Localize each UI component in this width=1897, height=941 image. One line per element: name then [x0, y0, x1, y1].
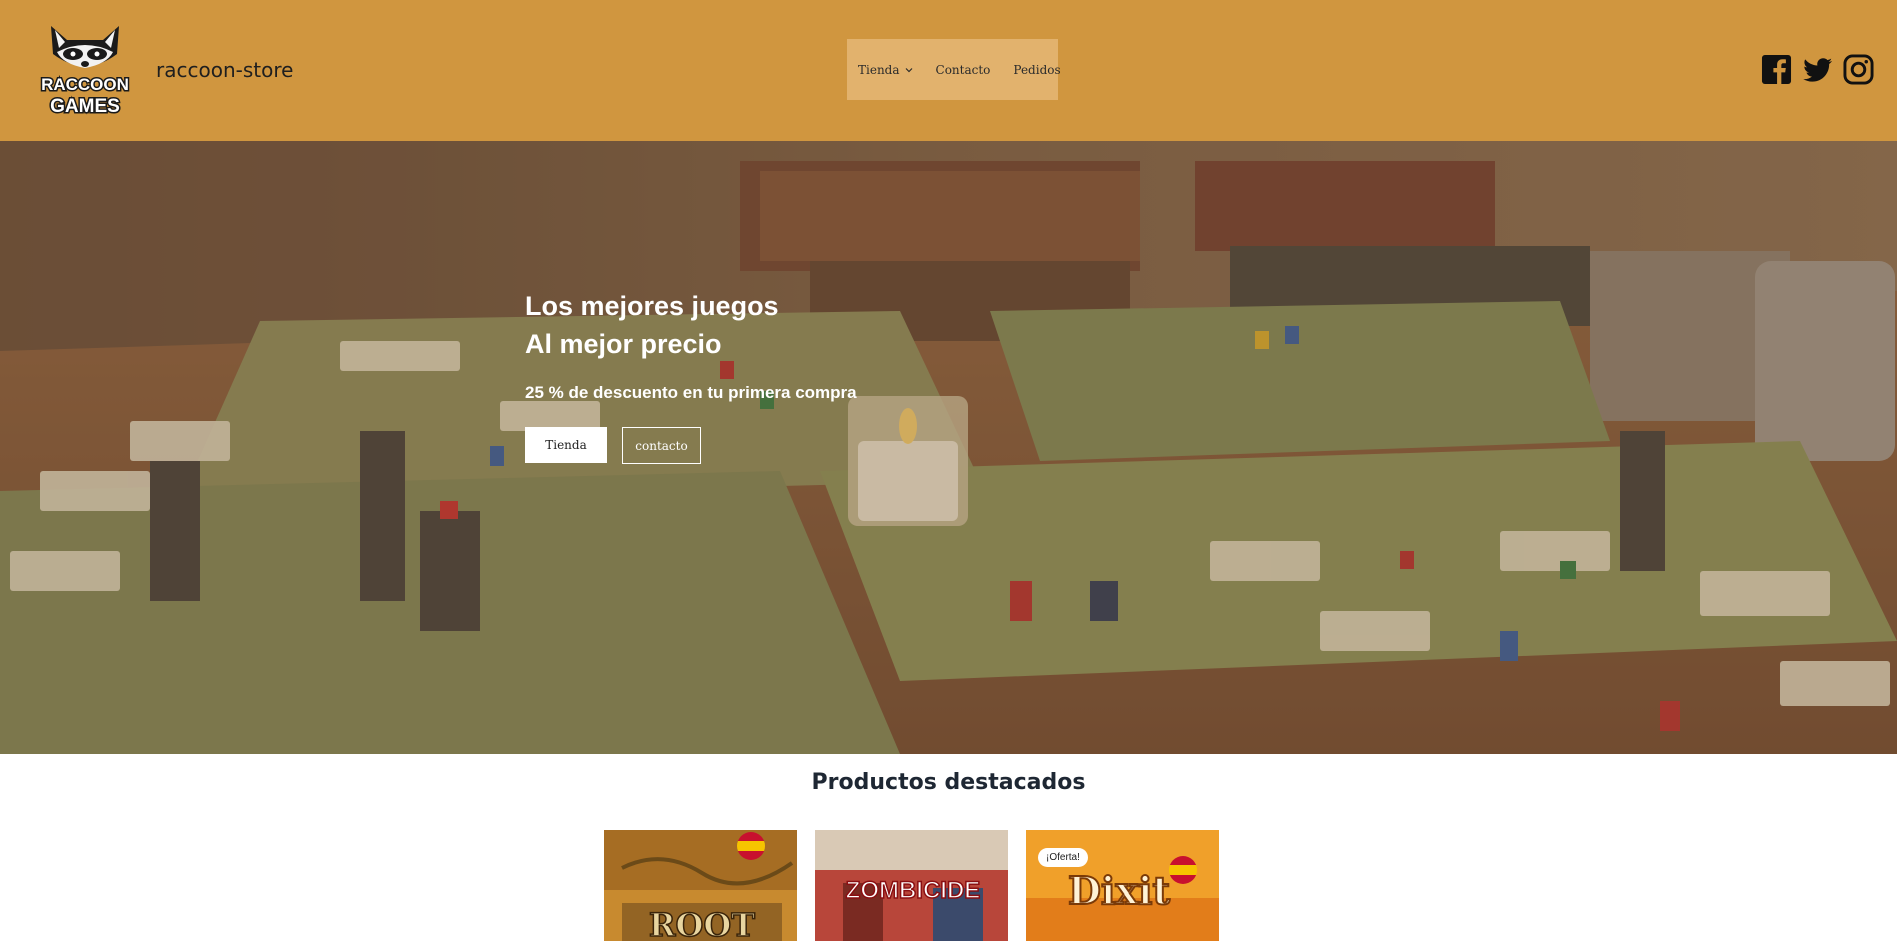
logo-text-line1: RACCOON	[41, 75, 129, 94]
hero-buttons: Tienda contacto	[525, 427, 857, 464]
product-card-root[interactable]: ROOT	[602, 828, 799, 941]
social-links	[1761, 54, 1874, 85]
nav-item-contacto[interactable]: Contacto	[936, 63, 991, 77]
instagram-icon[interactable]	[1843, 54, 1874, 85]
spanish-flag-icon	[1169, 856, 1197, 884]
nav-item-tienda[interactable]: Tienda	[858, 63, 913, 77]
hero-title-line2: Al mejor precio	[525, 329, 722, 359]
hero-banner: Los mejores juegos Al mejor precio 25 % …	[0, 141, 1897, 754]
spanish-flag-icon	[737, 832, 765, 860]
nav-item-label: Pedidos	[1013, 62, 1061, 77]
product-image: ZOMBICIDE	[813, 828, 1010, 941]
contact-button[interactable]: contacto	[622, 427, 701, 464]
main-nav: Tienda Contacto Pedidos	[847, 39, 1061, 100]
sale-badge: ¡Oferta!	[1038, 848, 1088, 867]
nav-item-pedidos[interactable]: Pedidos	[1013, 63, 1060, 77]
product-image: ROOT	[602, 828, 799, 941]
featured-products-list: ROOT ZOMBICIDE Dixit ¡Oferta!	[602, 828, 1221, 941]
facebook-icon[interactable]	[1761, 54, 1792, 85]
shop-button[interactable]: Tienda	[525, 427, 607, 463]
nav-item-label: Contacto	[935, 62, 991, 77]
product-card-dixit[interactable]: Dixit ¡Oferta!	[1024, 828, 1221, 941]
product-title: ROOT	[649, 906, 755, 941]
site-header: RACCOON GAMES raccoon-store Tienda Conta…	[0, 0, 1897, 141]
hero-title-line1: Los mejores juegos	[525, 291, 779, 321]
featured-products-title: Productos destacados	[811, 770, 1086, 795]
logo-text-line2: GAMES	[50, 96, 120, 117]
hero-content: Los mejores juegos Al mejor precio 25 % …	[525, 287, 857, 464]
hero-title: Los mejores juegos Al mejor precio	[525, 287, 857, 363]
raccoon-games-logo[interactable]: RACCOON GAMES	[37, 18, 133, 122]
hero-overlay	[0, 141, 1897, 754]
product-title: ZOMBICIDE	[846, 877, 981, 904]
product-title: Dixit	[1068, 868, 1170, 913]
nav-item-label: Tienda	[858, 62, 900, 77]
product-card-zombicide[interactable]: ZOMBICIDE	[813, 828, 1010, 941]
twitter-icon[interactable]	[1802, 54, 1833, 85]
product-image: Dixit	[1024, 828, 1221, 941]
hero-subtitle: 25 % de descuento en tu primera compra	[525, 383, 857, 402]
site-title[interactable]: raccoon-store	[156, 58, 293, 82]
chevron-down-icon	[905, 67, 912, 72]
